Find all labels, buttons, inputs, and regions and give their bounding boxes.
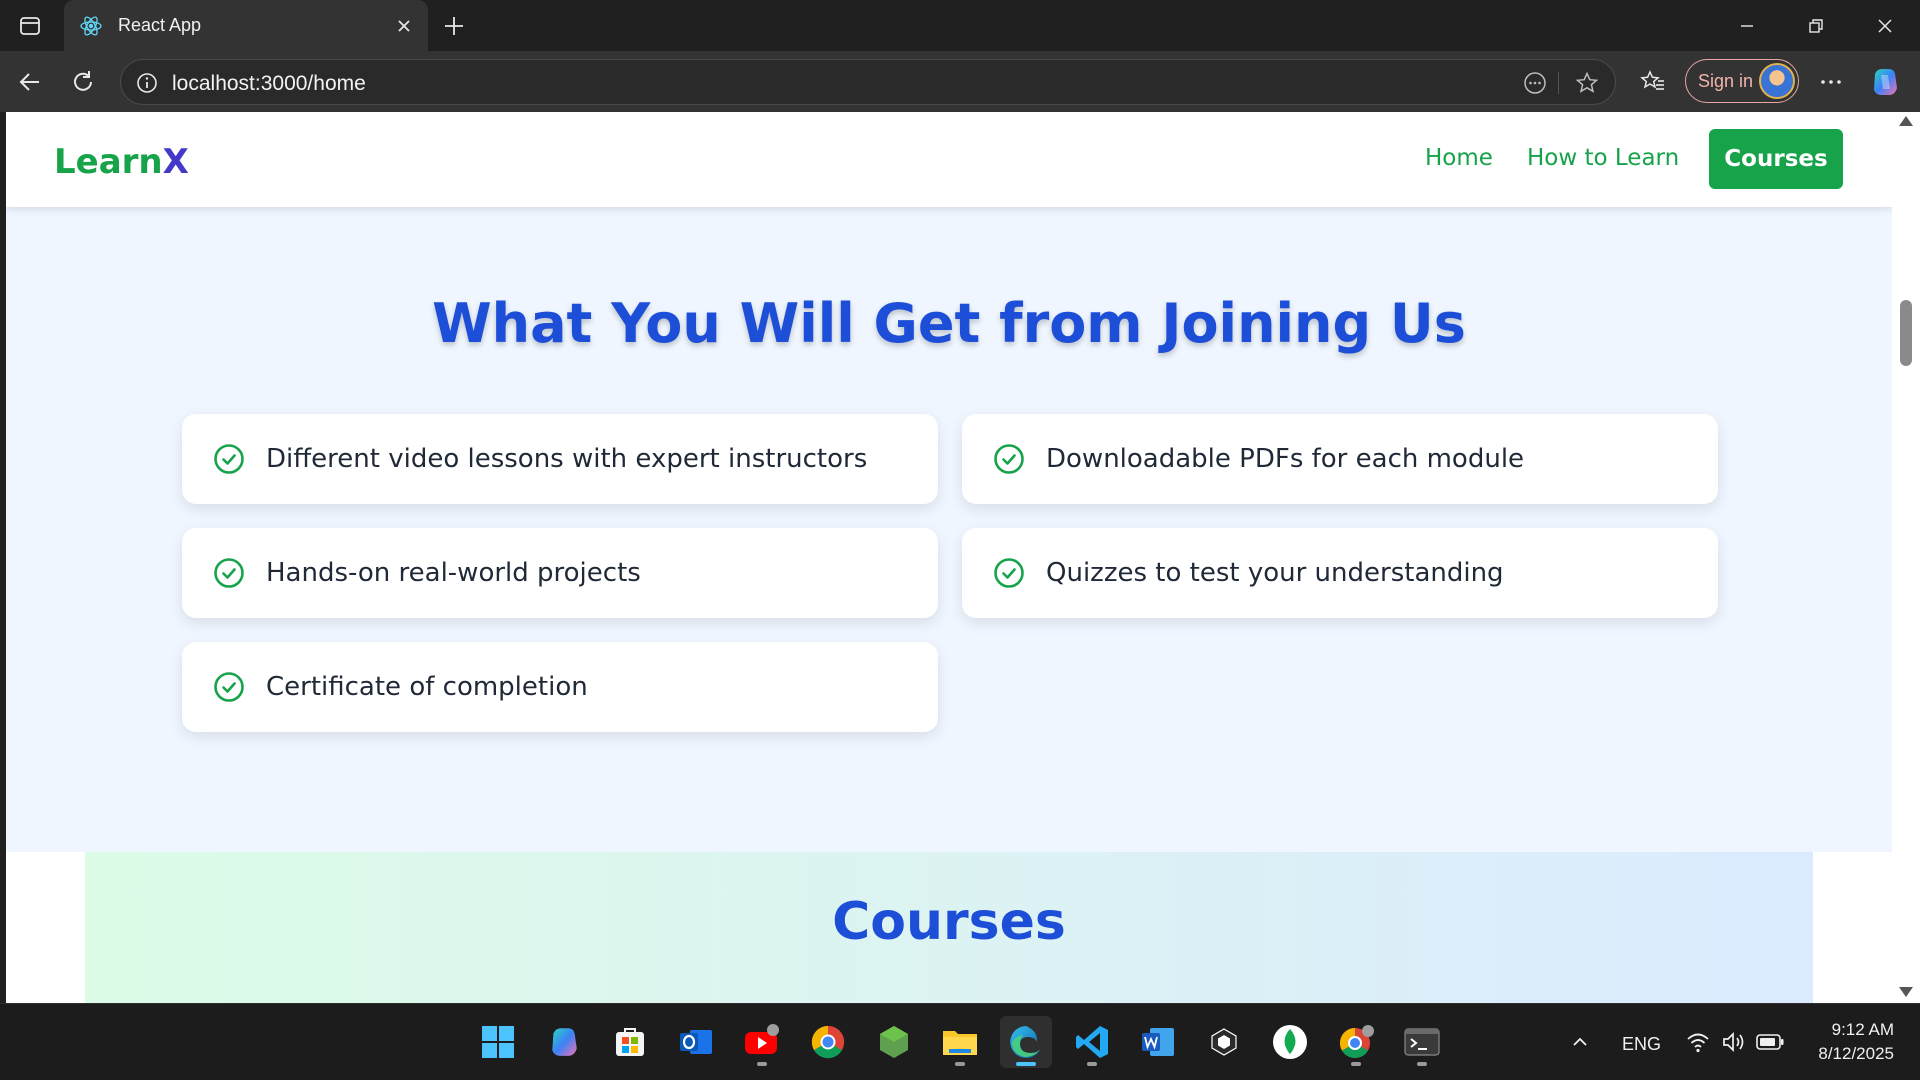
check-circle-icon — [992, 442, 1026, 476]
url-text[interactable]: localhost:3000/home — [172, 72, 366, 96]
courses-banner: Courses — [85, 852, 1813, 1003]
check-circle-icon — [212, 556, 246, 590]
check-circle-icon — [212, 442, 246, 476]
close-window-icon[interactable] — [1854, 0, 1916, 51]
microsoft-store-icon[interactable] — [604, 1016, 656, 1068]
benefit-card: Quizzes to test your understanding — [962, 528, 1718, 618]
address-bar-divider — [1558, 72, 1559, 94]
youtube-icon[interactable] — [736, 1016, 788, 1068]
scroll-up-arrow-icon[interactable] — [1899, 116, 1913, 126]
favorites-icon[interactable] — [1634, 63, 1672, 101]
copilot-icon[interactable] — [1866, 63, 1904, 101]
more-menu-icon[interactable] — [1812, 63, 1850, 101]
nav-link-home[interactable]: Home — [1425, 145, 1493, 171]
benefit-text: Certificate of completion — [266, 672, 588, 702]
sign-in-button[interactable]: Sign in — [1685, 59, 1799, 103]
benefit-card: Hands-on real-world projects — [182, 528, 938, 618]
unity-icon[interactable] — [1198, 1016, 1250, 1068]
copilot-app-icon[interactable] — [538, 1016, 590, 1068]
restore-icon[interactable] — [1785, 0, 1847, 51]
system-clock[interactable]: 9:12 AM 8/12/2025 — [1818, 1018, 1894, 1066]
tab-title: React App — [118, 15, 202, 35]
refresh-icon[interactable] — [64, 63, 102, 101]
browser-toolbar: localhost:3000/home Sign in — [0, 51, 1920, 112]
minimize-icon[interactable] — [1716, 0, 1778, 51]
page-viewport: LearnX Home How to Learn Courses What Yo… — [6, 112, 1892, 1003]
profile-avatar — [1759, 63, 1795, 99]
language-indicator[interactable]: ENG — [1622, 1034, 1661, 1055]
nodejs-icon[interactable] — [868, 1016, 920, 1068]
logo-text-x: X — [162, 142, 189, 182]
page-scrollbar[interactable] — [1892, 112, 1920, 1003]
running-indicator — [757, 1062, 767, 1066]
running-indicator — [1417, 1062, 1427, 1066]
benefit-text: Hands-on real-world projects — [266, 558, 641, 588]
close-tab-icon[interactable] — [386, 8, 422, 44]
favorite-star-icon[interactable] — [1573, 69, 1601, 97]
active-app-indicator — [1016, 1062, 1036, 1066]
benefit-card: Different video lessons with expert inst… — [182, 414, 938, 504]
logo-text-learn: Learn — [54, 142, 163, 182]
outlook-icon[interactable] — [670, 1016, 722, 1068]
react-icon — [78, 13, 104, 39]
vscode-icon[interactable] — [1066, 1016, 1118, 1068]
battery-icon[interactable] — [1752, 1016, 1788, 1068]
clock-date: 8/12/2025 — [1818, 1044, 1894, 1063]
address-bar[interactable]: localhost:3000/home — [120, 59, 1616, 105]
chrome-icon[interactable] — [802, 1016, 854, 1068]
reading-mode-icon[interactable] — [1521, 69, 1549, 97]
new-tab-icon[interactable] — [436, 8, 472, 44]
running-indicator — [955, 1062, 965, 1066]
site-navbar: LearnX Home How to Learn Courses — [6, 112, 1892, 207]
volume-icon[interactable] — [1716, 1016, 1752, 1068]
info-icon[interactable] — [133, 69, 161, 97]
nav-link-how-to-learn[interactable]: How to Learn — [1527, 145, 1679, 171]
start-icon[interactable] — [472, 1016, 524, 1068]
sign-in-label: Sign in — [1698, 70, 1754, 91]
check-circle-icon — [992, 556, 1026, 590]
chevron-up-icon[interactable] — [1560, 1016, 1600, 1068]
scroll-down-arrow-icon[interactable] — [1899, 987, 1913, 997]
check-circle-icon — [212, 670, 246, 704]
windows-taskbar: ENG 9:12 AM 8/12/2025 — [0, 1003, 1920, 1080]
benefit-card: Downloadable PDFs for each module — [962, 414, 1718, 504]
terminal-icon[interactable] — [1396, 1016, 1448, 1068]
chrome-profile-icon[interactable] — [1330, 1016, 1382, 1068]
browser-tab[interactable]: React App — [64, 0, 428, 51]
benefit-text: Downloadable PDFs for each module — [1046, 444, 1525, 474]
running-indicator — [1351, 1062, 1361, 1066]
courses-section: Courses — [6, 852, 1892, 1003]
back-icon[interactable] — [11, 63, 49, 101]
benefits-title: What You Will Get from Joining Us — [432, 292, 1466, 355]
mongodb-icon[interactable] — [1264, 1016, 1316, 1068]
benefit-card: Certificate of completion — [182, 642, 938, 732]
clock-time: 9:12 AM — [1831, 1020, 1894, 1039]
courses-title: Courses — [832, 892, 1066, 952]
browser-titlebar: React App — [0, 0, 1920, 51]
running-indicator — [1087, 1062, 1097, 1066]
benefit-text: Quizzes to test your understanding — [1046, 558, 1504, 588]
nav-courses-button[interactable]: Courses — [1709, 129, 1843, 189]
edge-icon[interactable] — [1000, 1016, 1052, 1068]
file-explorer-icon[interactable] — [934, 1016, 986, 1068]
scroll-thumb[interactable] — [1900, 300, 1912, 366]
site-logo[interactable]: LearnX — [54, 142, 189, 182]
tab-actions-icon[interactable] — [14, 10, 46, 42]
wifi-icon[interactable] — [1680, 1016, 1716, 1068]
benefit-text: Different video lessons with expert inst… — [266, 444, 868, 474]
word-icon[interactable] — [1132, 1016, 1184, 1068]
